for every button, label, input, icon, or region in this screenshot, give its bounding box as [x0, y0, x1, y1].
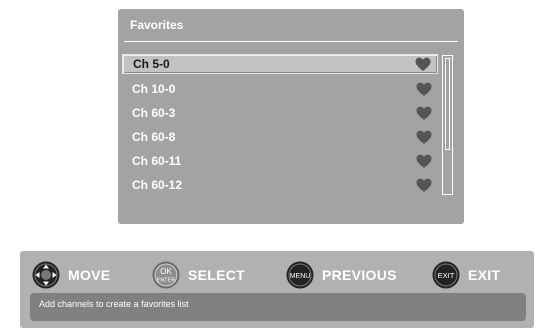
menu-button-icon: MENU: [286, 261, 314, 289]
scrollbar-thumb[interactable]: [445, 58, 450, 150]
channel-list: Ch 5-0 Ch 10-0 Ch 60-3 Ch 60-8 Ch 60-11 …: [118, 9, 464, 224]
previous-label: PREVIOUS: [322, 267, 397, 283]
move-label: MOVE: [68, 267, 111, 283]
channel-row[interactable]: Ch 60-3: [122, 103, 438, 123]
channel-label: Ch 60-3: [132, 106, 176, 120]
ok-icon-bottom-text: ENTER: [157, 278, 176, 284]
channel-row[interactable]: Ch 60-11: [122, 151, 438, 171]
channel-row[interactable]: Ch 10-0: [122, 79, 438, 99]
channel-row[interactable]: Ch 60-8: [122, 127, 438, 147]
heart-icon: [416, 178, 432, 192]
status-message: Add channels to create a favorites list: [39, 299, 189, 309]
ok-enter-icon: OK ENTER: [152, 261, 180, 289]
menu-icon-text: MENU: [290, 273, 311, 280]
heart-icon: [416, 130, 432, 144]
ok-icon-top-text: OK: [160, 267, 172, 276]
exit-icon-text: EXIT: [438, 271, 455, 280]
scrollbar[interactable]: [442, 55, 453, 195]
heart-icon: [415, 57, 431, 71]
heart-icon: [416, 106, 432, 120]
heart-icon: [416, 82, 432, 96]
help-bar: MOVE OK ENTER SELECT MENU PREVIOUS EXIT …: [20, 251, 534, 328]
status-box: Add channels to create a favorites list: [30, 293, 526, 321]
exit-label: EXIT: [468, 267, 501, 283]
dpad-icon: [32, 261, 60, 289]
select-label: SELECT: [188, 267, 246, 283]
favorites-panel: Favorites Ch 5-0 Ch 10-0 Ch 60-3 Ch 60-8…: [118, 9, 464, 224]
channel-label: Ch 5-0: [133, 57, 170, 71]
channel-label: Ch 60-8: [132, 130, 176, 144]
heart-icon: [416, 154, 432, 168]
channel-row[interactable]: Ch 60-12: [122, 175, 438, 195]
channel-label: Ch 60-11: [132, 154, 182, 168]
channel-row[interactable]: Ch 5-0: [122, 54, 438, 74]
exit-button-icon: EXIT: [432, 261, 460, 289]
channel-label: Ch 60-12: [132, 178, 183, 192]
channel-label: Ch 10-0: [132, 82, 176, 96]
